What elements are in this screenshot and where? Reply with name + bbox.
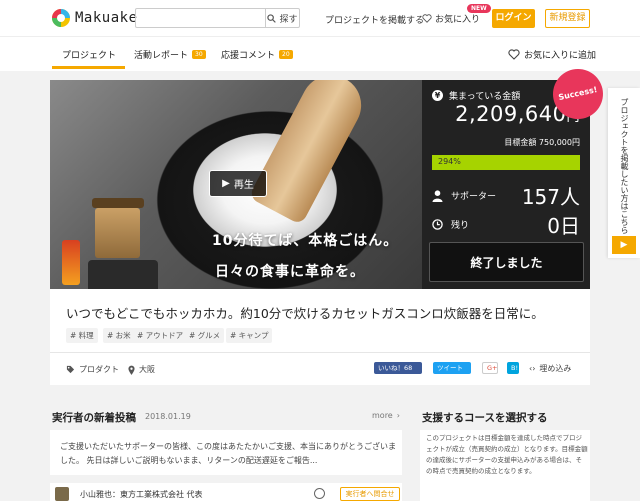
logo-text: Makuake (75, 10, 138, 26)
favorites-link[interactable]: お気に入り (422, 12, 480, 25)
rice-paddle-image (248, 80, 372, 226)
tab-label: 活動レポート (134, 51, 189, 61)
remaining-value: 0日 (547, 214, 580, 238)
new-badge: NEW (467, 4, 491, 13)
cooker-lid-image (92, 198, 144, 208)
supporters-value: 157人 (521, 185, 580, 209)
project-hero-image[interactable]: ▶ 再生 10分待てば、本格ごはん。 日々の食事に革命を。 (50, 80, 422, 289)
more-posts-link[interactable]: more › (372, 411, 400, 420)
category-link[interactable]: プロダクト (66, 364, 119, 375)
login-button[interactable]: ログイン (492, 9, 535, 28)
active-tab-indicator (52, 66, 125, 69)
play-icon: ▶ (222, 178, 230, 189)
remaining-label: 残り (451, 221, 470, 231)
search-button[interactable]: 探す (265, 9, 299, 27)
signup-button[interactable]: 新規登録 (545, 9, 590, 28)
embed-label: 埋め込み (539, 364, 572, 373)
course-notice-text: このプロジェクトは目標金額を達成した時点でプロジェクトが成立（売買契約の成立）と… (426, 434, 588, 475)
search-button-label: 探す (279, 14, 298, 25)
catchphrase-line1: 10分待てば、本格ごはん。 (212, 233, 399, 249)
hatena-button[interactable]: B! (507, 362, 519, 374)
tab-label: 応援コメント (221, 51, 276, 61)
tag-rice[interactable]: # お米 (103, 328, 135, 343)
favorites-label: お気に入り (435, 15, 481, 25)
post-project-link[interactable]: プロジェクトを掲載する (325, 13, 424, 26)
makuake-logo[interactable]: Makuake (52, 9, 138, 27)
location-pin-icon (128, 365, 135, 375)
tag-gourmet[interactable]: # グルメ (185, 328, 225, 343)
gas-can-image (62, 240, 80, 285)
tag-camping[interactable]: # キャンプ (226, 328, 273, 343)
play-label: 再生 (233, 180, 254, 191)
catchphrase-line2: 日々の食事に革命を。 (215, 264, 365, 280)
tab-activity-report[interactable]: 活動レポート 30 (134, 48, 206, 61)
progress-percent: 294% (438, 157, 461, 166)
side-tab-text: プロジェクトを掲載したい方はこちら (620, 98, 629, 234)
supporters-row: サポーター 157人 (432, 181, 580, 210)
goal-label: 目標金額 (504, 138, 537, 147)
yen-icon: ¥ (432, 90, 443, 101)
author-avatar[interactable] (55, 487, 69, 501)
category-label: プロダクト (79, 365, 119, 374)
more-label: more (372, 411, 393, 420)
play-video-button[interactable]: ▶ 再生 (209, 170, 267, 197)
collected-amount: 2,209,640 (455, 102, 567, 126)
latest-post-title: 実行者の新着投稿 (52, 412, 136, 424)
facebook-like-button[interactable]: いいね！68 (374, 362, 422, 374)
goal-row: 目標金額 750,000円 (432, 137, 580, 148)
search-icon (267, 13, 277, 23)
post-date: 2018.01.19 (145, 412, 191, 421)
progress-bar: 294% (432, 155, 580, 170)
tab-project[interactable]: プロジェクト (62, 48, 116, 61)
search-input[interactable] (136, 9, 265, 27)
embed-link[interactable]: ‹› 埋め込み (529, 363, 571, 374)
author-name[interactable]: 小山雅也：東方工業株式会社 代表 (80, 489, 203, 500)
tab-count: 20 (279, 50, 293, 59)
tag-cooking[interactable]: # 料理 (66, 328, 98, 343)
add-favorite-label: お気に入りに追加 (524, 51, 597, 61)
side-tab-arrow-icon[interactable]: ▶ (612, 236, 636, 254)
select-course-title: 支援するコースを選択する (422, 412, 548, 424)
tweet-button[interactable]: ツイート (433, 362, 471, 374)
gas-stove-image (88, 260, 158, 289)
rice-cooker-image (95, 208, 140, 258)
post-excerpt: ご支援いただいたサポーターの皆様、この度はあたたかいご支援、本当にありがとうござ… (60, 442, 396, 465)
heart-icon (422, 14, 432, 23)
remaining-row: 残り 0日 (432, 210, 580, 239)
supporters-label: サポーター (451, 192, 497, 202)
tab-count: 30 (192, 50, 206, 59)
logo-icon (52, 9, 70, 27)
project-title: いつでもどこでもホッカホカ。約10分で炊けるカセットガスコンロ炊飯器を日常に。 (66, 306, 544, 321)
collected-label: 集まっている金額 (449, 92, 521, 102)
tag-icon (66, 365, 75, 374)
contact-owner-button[interactable]: 実行者へ問合せ (340, 487, 400, 501)
goal-value: 750,000円 (538, 138, 580, 147)
google-plus-button[interactable]: G+ (482, 362, 498, 374)
location-link[interactable]: 大阪 (128, 364, 155, 375)
project-finished-button[interactable]: 終了しました (429, 242, 584, 282)
collected-label-row: ¥ 集まっている金額 (432, 89, 520, 102)
search-box: 探す (135, 8, 300, 28)
clock-icon (432, 219, 443, 230)
add-favorite-button[interactable]: お気に入りに追加 (508, 48, 596, 61)
heart-icon (508, 49, 520, 60)
globe-icon[interactable] (314, 488, 325, 499)
location-label: 大阪 (139, 365, 155, 374)
code-icon: ‹› (529, 364, 536, 373)
person-icon (432, 189, 443, 202)
info-divider (50, 352, 590, 353)
tab-label: プロジェクト (62, 51, 117, 61)
tag-outdoor[interactable]: # アウトドア (133, 328, 188, 343)
tab-support-comments[interactable]: 応援コメント 20 (221, 48, 293, 61)
chevron-right-icon: › (396, 411, 400, 420)
